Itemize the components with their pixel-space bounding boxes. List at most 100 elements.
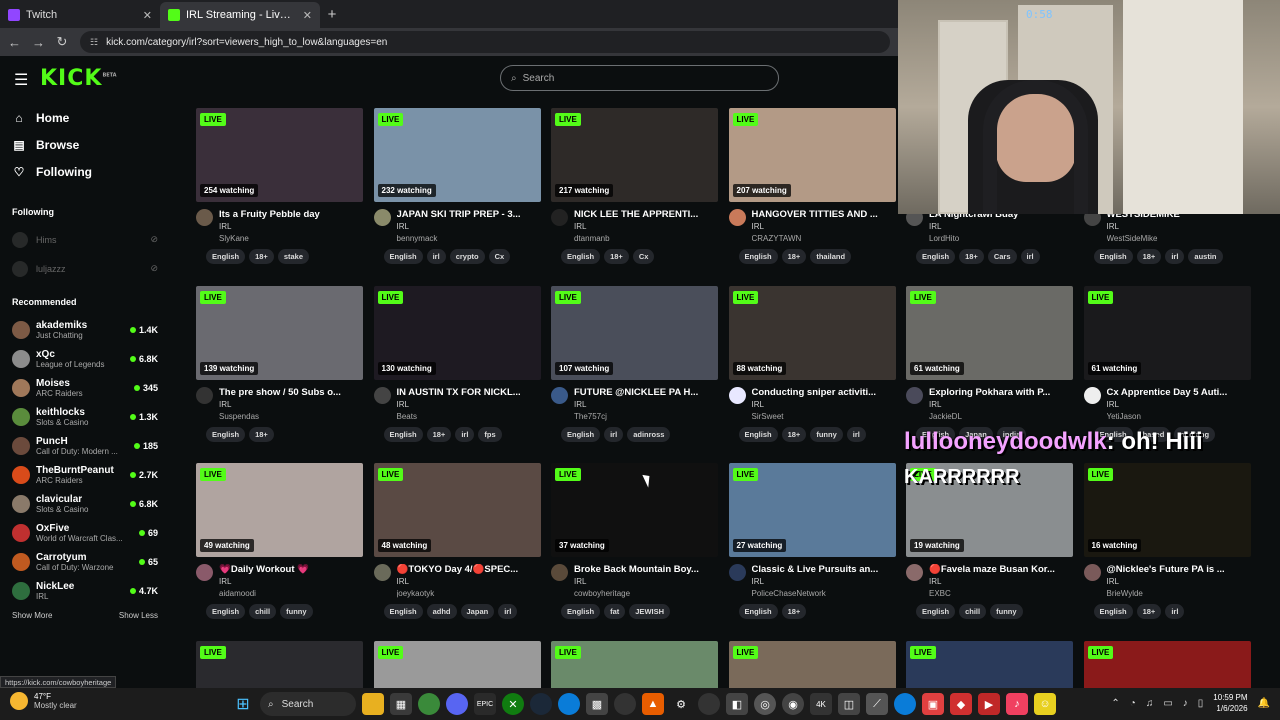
stream-thumbnail[interactable]: LIVE 217 watching [551,108,718,202]
channel-name[interactable]: joeykaotyk [397,589,541,598]
taskbar-clock[interactable]: 10:59 PM 1/6/2026 [1213,692,1247,714]
stream-title[interactable]: 🔴Favela maze Busan Kor... [929,564,1073,575]
stream-category[interactable]: IRL [929,577,1073,586]
tag-chip[interactable]: irl [1165,604,1185,619]
stream-thumbnail[interactable]: LIVE 49 watching [196,463,363,557]
app-icon-3[interactable]: ◧ [726,693,748,715]
following-item[interactable]: Hims ⊘ [0,225,170,254]
channel-avatar[interactable] [1083,386,1101,404]
stream-category[interactable]: IRL [1107,577,1251,586]
stream-card[interactable]: LIVE [196,640,363,688]
channel-name[interactable]: Suspendas [219,412,363,421]
recommended-channel[interactable]: clavicular Slots & Casino 6.8K [0,489,170,518]
channel-avatar[interactable] [196,209,213,226]
tag-chip[interactable]: funny [280,604,313,619]
tag-chip[interactable]: Cx [488,249,511,264]
stream-category[interactable]: IRL [219,577,363,586]
stream-card[interactable]: LIVE 61 watching Cx Apprentice Day 5 Auti.… [1083,285,1251,442]
recommended-channel[interactable]: NickLee IRL 4.7K [0,576,170,605]
stream-title[interactable]: The pre show / 50 Subs o... [219,387,363,398]
recommended-channel[interactable]: akademiks Just Chatting 1.4K [0,315,170,344]
channel-name[interactable]: The757cj [574,412,718,421]
channel-name[interactable]: dtanmanb [574,234,718,243]
sidebar-item-following[interactable]: ♡ Following [0,158,170,185]
channel-avatar[interactable] [1083,564,1101,581]
stream-title[interactable]: NICK LEE THE APPRENTI... [574,209,718,220]
stream-card[interactable]: LIVE [728,640,896,688]
channel-avatar[interactable] [196,564,213,581]
tag-chip[interactable]: English [1093,604,1133,619]
tag-chip[interactable]: chill [249,604,277,619]
browser-tab[interactable]: Twitch ✕ [0,2,160,28]
display-icon[interactable]: ▭ [1163,698,1172,709]
menu-icon[interactable]: ☰ [14,70,28,90]
app-icon-10[interactable]: ◆ [950,693,972,715]
stream-thumbnail[interactable]: LIVE 61 watching [1083,285,1251,380]
tag-chip[interactable]: JEWISH [629,604,671,619]
tag-chip[interactable]: Japan [460,604,495,619]
tag-chip[interactable]: English [738,249,778,264]
channel-name[interactable]: Beats [397,412,541,421]
tag-chip[interactable]: English [206,249,246,264]
channel-name[interactable]: cowboyheritage [574,589,718,598]
stream-category[interactable]: IRL [1107,222,1251,231]
tag-chip[interactable]: Cx [632,249,655,264]
recommended-channel[interactable]: TheBurntPeanut ARC Raiders 2.7K [0,460,170,489]
windows-start-icon[interactable]: ⊞ [232,693,254,715]
stream-thumbnail[interactable]: LIVE 48 watching [373,463,541,557]
stream-category[interactable]: IRL [1107,400,1251,409]
epic-games-icon[interactable]: EPIC [474,693,496,715]
close-tab-icon[interactable]: ✕ [303,9,312,22]
stream-card[interactable]: LIVE 232 watching JAPAN SKI TRIP PREP - 3.… [373,108,541,264]
browser-tab[interactable]: IRL Streaming - Live Streams on Kick ✕ [160,2,320,28]
edge-icon-2[interactable] [894,693,916,715]
stream-thumbnail[interactable]: LIVE 61 watching [906,285,1073,380]
tag-chip[interactable]: 18+ [249,426,274,442]
tag-chip[interactable]: English [1093,249,1133,264]
music-icon[interactable]: ♪ [1006,693,1028,715]
tag-chip[interactable]: 18+ [604,249,629,264]
channel-name[interactable]: SlyKane [219,234,363,243]
stream-thumbnail[interactable]: LIVE 107 watching [551,285,718,380]
stream-title[interactable]: @Nicklee's Future PA is ... [1107,564,1251,575]
stream-thumbnail[interactable]: LIVE 207 watching [728,108,896,202]
stream-title[interactable]: Broke Back Mountain Boy... [574,564,718,575]
tag-chip[interactable]: English [383,604,423,619]
channel-avatar[interactable] [373,209,391,226]
close-tab-icon[interactable]: ✕ [143,9,152,22]
volume-icon[interactable]: ♪ [1183,698,1188,709]
reload-icon[interactable]: ↻ [56,34,68,50]
notification-icon[interactable]: 🔔 [1258,698,1270,709]
tag-chip[interactable]: fps [478,426,502,442]
stream-title[interactable]: Exploring Pokhara with P... [929,387,1073,398]
tag-chip[interactable]: 18+ [959,249,984,264]
stream-category[interactable]: IRL [397,222,541,231]
tag-chip[interactable]: stake [277,249,310,264]
stream-title[interactable]: HANGOVER TITTIES AND ... [752,209,896,220]
stream-card[interactable]: LIVE [373,640,541,688]
following-item[interactable]: luljazzz ⊘ [0,254,170,283]
stream-category[interactable]: IRL [752,400,896,409]
edge-icon[interactable] [558,693,580,715]
app-icon-8[interactable]: ⟋ [866,693,888,715]
stream-category[interactable]: IRL [574,400,718,409]
app-icon-9[interactable]: ▣ [922,693,944,715]
tag-chip[interactable]: irl [1165,249,1185,264]
tag-chip[interactable]: fat [604,604,626,619]
tag-chip[interactable]: English [383,426,423,442]
discord-icon[interactable] [446,693,468,715]
stream-thumbnail[interactable]: LIVE 254 watching [196,108,363,202]
tag-chip[interactable]: 18+ [781,604,807,619]
tag-chip[interactable]: English [561,604,601,619]
tag-chip[interactable]: English [916,249,956,264]
file-explorer-icon[interactable] [362,693,384,715]
app-icon-2[interactable] [698,693,720,715]
tag-chip[interactable]: English [561,426,601,442]
network-icon[interactable]: ◔ [1130,698,1136,709]
sidebar-item-browse[interactable]: ▤ Browse [0,131,170,158]
tag-chip[interactable]: English [206,604,246,619]
tag-chip[interactable]: crypto [449,249,485,264]
channel-name[interactable]: YetiJason [1107,412,1251,421]
battery-icon[interactable]: ▯ [1198,698,1204,709]
stream-card[interactable]: LIVE [1083,640,1251,688]
